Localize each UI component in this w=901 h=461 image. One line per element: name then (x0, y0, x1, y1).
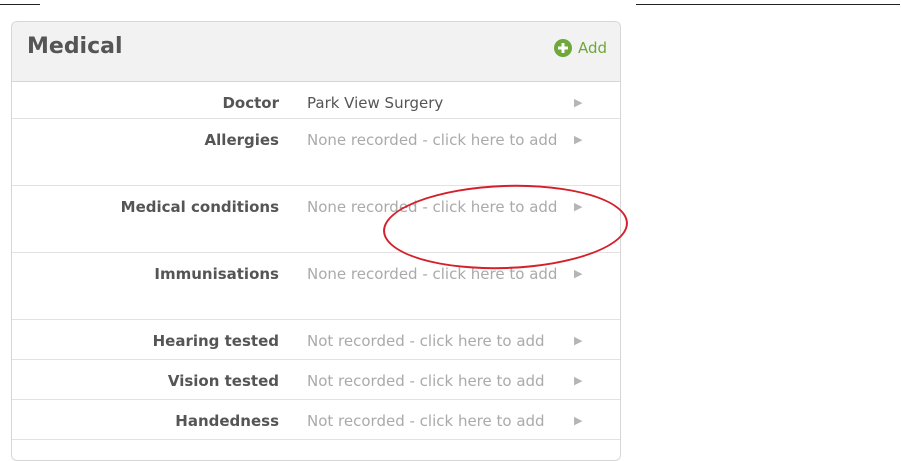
row-vision-tested[interactable]: Vision tested Not recorded - click here … (12, 360, 620, 400)
row-label: Immunisations (154, 265, 279, 283)
row-value: Not recorded - click here to add (307, 332, 545, 350)
row-value: Not recorded - click here to add (307, 372, 545, 390)
row-value: None recorded - click here to add (307, 265, 558, 283)
row-allergies[interactable]: Allergies None recorded - click here to … (12, 119, 620, 186)
top-divider-left (0, 4, 40, 5)
top-divider-right (636, 4, 900, 5)
triangle-right-icon: ▶ (574, 133, 583, 146)
add-button-label: Add (577, 39, 607, 57)
panel-title: Medical (27, 34, 123, 59)
medical-panel: Medical Add Doctor Park View Surgery ▶ A… (11, 21, 621, 461)
row-label: Medical conditions (120, 198, 279, 216)
row-label: Vision tested (167, 372, 279, 390)
triangle-right-icon: ▶ (574, 334, 583, 347)
row-label: Handedness (175, 412, 279, 430)
row-value: None recorded - click here to add (307, 131, 558, 149)
plus-circle-icon (553, 39, 572, 57)
row-immunisations[interactable]: Immunisations None recorded - click here… (12, 253, 620, 320)
triangle-right-icon: ▶ (574, 414, 583, 427)
triangle-right-icon: ▶ (574, 267, 583, 280)
row-value: None recorded - click here to add (307, 198, 558, 216)
row-doctor[interactable]: Doctor Park View Surgery ▶ (12, 82, 620, 119)
triangle-right-icon: ▶ (574, 200, 583, 213)
row-value: Not recorded - click here to add (307, 412, 545, 430)
triangle-right-icon: ▶ (574, 96, 583, 109)
row-hearing-tested[interactable]: Hearing tested Not recorded - click here… (12, 320, 620, 360)
row-label: Allergies (204, 131, 279, 149)
add-button[interactable]: Add (553, 39, 607, 57)
panel-header: Medical Add (12, 22, 620, 82)
triangle-right-icon: ▶ (574, 374, 583, 387)
row-handedness[interactable]: Handedness Not recorded - click here to … (12, 400, 620, 440)
row-value: Park View Surgery (307, 94, 444, 112)
row-medical-conditions[interactable]: Medical conditions None recorded - click… (12, 186, 620, 253)
row-label: Hearing tested (152, 332, 279, 350)
row-label: Doctor (222, 94, 279, 112)
